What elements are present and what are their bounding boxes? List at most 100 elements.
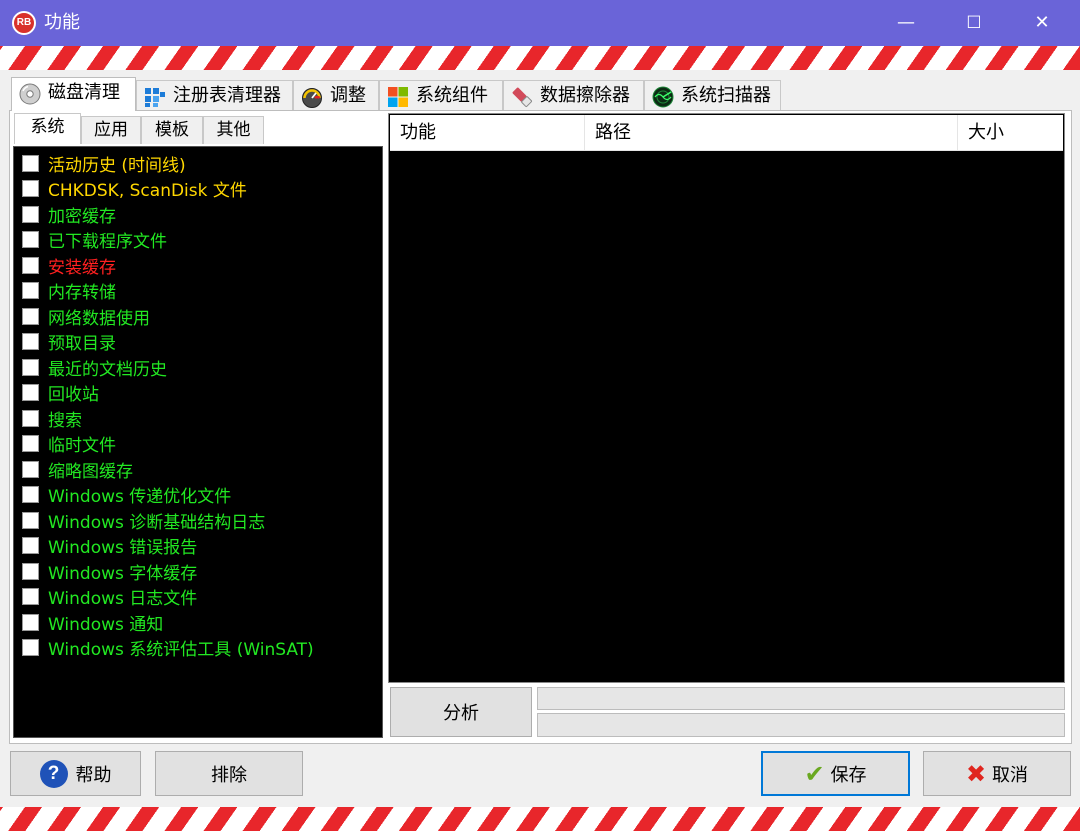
- tab-tweaks[interactable]: 调整: [293, 80, 379, 110]
- tab-registry-cleaner[interactable]: 注册表清理器: [136, 80, 293, 110]
- list-item[interactable]: 临时文件: [22, 432, 116, 456]
- radar-icon: [652, 86, 674, 108]
- item-label: 缩略图缓存: [48, 461, 133, 482]
- item-label: Windows 字体缓存: [48, 563, 198, 584]
- item-label: 安装缓存: [48, 257, 116, 278]
- column-header-size[interactable]: 大小: [958, 115, 1063, 151]
- help-button[interactable]: ? 帮助: [10, 751, 141, 796]
- item-label: 最近的文档历史: [48, 359, 167, 380]
- checkbox[interactable]: [22, 205, 39, 223]
- tab-label: 调整: [330, 85, 366, 106]
- list-item[interactable]: 已下载程序文件: [22, 228, 167, 252]
- list-item[interactable]: Windows 诊断基础结构日志: [22, 508, 266, 533]
- item-label: Windows 传递优化文件: [48, 487, 232, 507]
- checkbox[interactable]: [22, 307, 39, 325]
- checkbox[interactable]: [22, 435, 39, 452]
- checkbox[interactable]: [22, 409, 39, 427]
- list-item[interactable]: Windows 日志文件: [22, 585, 197, 609]
- tab-label: 注册表清理器: [173, 85, 281, 106]
- list-item[interactable]: 预取目录: [22, 330, 116, 354]
- analyze-label: 分析: [443, 703, 479, 724]
- disk-icon: [19, 83, 41, 105]
- app-logo-icon: RB: [12, 11, 36, 35]
- checkbox[interactable]: [22, 358, 39, 376]
- list-item[interactable]: 活动历史 (时间线): [22, 151, 186, 176]
- checkbox[interactable]: [22, 639, 39, 656]
- list-item[interactable]: 回收站: [22, 381, 99, 405]
- windows-logo-icon: [388, 87, 408, 107]
- checkbox[interactable]: [22, 562, 39, 580]
- cancel-label: 取消: [992, 764, 1029, 786]
- save-label: 保存: [830, 764, 867, 786]
- list-item[interactable]: 网络数据使用: [22, 304, 150, 329]
- tab-disk-cleaner[interactable]: 磁盘清理: [11, 77, 136, 111]
- tab-system-components[interactable]: 系统组件: [379, 80, 503, 110]
- item-label: 预取目录: [48, 334, 116, 354]
- checkbox[interactable]: [22, 613, 39, 631]
- column-header-function[interactable]: 功能: [390, 115, 585, 151]
- checkbox[interactable]: [22, 511, 39, 529]
- item-label: 已下载程序文件: [48, 232, 167, 252]
- item-label: Windows 通知: [48, 614, 164, 635]
- bottom-hazard-stripe: [0, 807, 1080, 831]
- cancel-x-icon: ✖: [965, 759, 987, 788]
- checkmark-icon: ✔: [804, 759, 825, 788]
- tab-label: 磁盘清理: [48, 82, 120, 103]
- tab-data-wiper[interactable]: 数据擦除器: [503, 80, 644, 110]
- checkbox[interactable]: [22, 154, 39, 172]
- registry-icon: [145, 88, 165, 107]
- subtab-other[interactable]: 其他: [203, 116, 264, 144]
- list-item[interactable]: 缩略图缓存: [22, 457, 133, 482]
- item-label: Windows 日志文件: [48, 589, 198, 609]
- exclude-button[interactable]: 排除: [155, 751, 303, 796]
- item-label: Windows 诊断基础结构日志: [48, 512, 266, 533]
- list-item[interactable]: Windows 通知: [22, 610, 164, 635]
- tab-system-scanner[interactable]: 系统扫描器: [644, 80, 781, 110]
- checkbox[interactable]: [22, 486, 39, 503]
- analyze-button[interactable]: 分析: [390, 687, 532, 737]
- checkbox[interactable]: [22, 180, 39, 197]
- checkbox[interactable]: [22, 282, 39, 299]
- list-item[interactable]: 安装缓存: [22, 253, 116, 278]
- progress-bar-primary: [537, 687, 1065, 710]
- results-table[interactable]: 功能 路径 大小: [388, 113, 1065, 683]
- item-label: Windows 系统评估工具 (WinSAT): [48, 640, 314, 660]
- maximize-button[interactable]: ☐: [940, 0, 1008, 46]
- subtab-system[interactable]: 系统: [14, 113, 81, 144]
- list-item[interactable]: Windows 系统评估工具 (WinSAT): [22, 636, 314, 660]
- checkbox[interactable]: [22, 460, 39, 478]
- top-hazard-stripe: [0, 46, 1080, 70]
- list-item[interactable]: Windows 错误报告: [22, 534, 197, 558]
- close-button[interactable]: ✕: [1008, 0, 1076, 46]
- item-label: 网络数据使用: [48, 308, 150, 329]
- tab-label: 系统扫描器: [681, 85, 771, 106]
- checkbox[interactable]: [22, 231, 39, 248]
- list-item[interactable]: Windows 传递优化文件: [22, 483, 231, 507]
- checkbox[interactable]: [22, 537, 39, 554]
- item-label: 活动历史 (时间线): [48, 155, 186, 176]
- checkbox[interactable]: [22, 384, 39, 401]
- list-item[interactable]: 内存转储: [22, 279, 116, 303]
- checkbox[interactable]: [22, 588, 39, 605]
- gauge-icon: [302, 88, 322, 108]
- list-item[interactable]: Windows 字体缓存: [22, 559, 198, 584]
- cancel-button[interactable]: ✖ 取消: [923, 751, 1071, 796]
- subtab-templates[interactable]: 模板: [141, 116, 203, 144]
- exclude-label: 排除: [211, 764, 247, 786]
- list-item[interactable]: CHKDSK, ScanDisk 文件: [22, 177, 247, 201]
- tab-label: 数据擦除器: [540, 85, 630, 106]
- save-button[interactable]: ✔ 保存: [761, 751, 910, 796]
- help-icon: ?: [39, 759, 68, 788]
- subtab-apps[interactable]: 应用: [81, 116, 141, 144]
- list-item[interactable]: 最近的文档历史: [22, 355, 167, 380]
- item-label: CHKDSK, ScanDisk 文件: [48, 181, 247, 201]
- checkbox[interactable]: [22, 256, 39, 274]
- item-label: 内存转储: [48, 283, 116, 303]
- checkbox[interactable]: [22, 333, 39, 350]
- column-header-path[interactable]: 路径: [585, 115, 958, 151]
- item-label: 回收站: [48, 385, 99, 405]
- list-item[interactable]: 搜索: [22, 406, 82, 431]
- minimize-button[interactable]: —: [872, 0, 940, 46]
- list-item[interactable]: 加密缓存: [22, 202, 116, 227]
- eraser-icon: [512, 87, 532, 107]
